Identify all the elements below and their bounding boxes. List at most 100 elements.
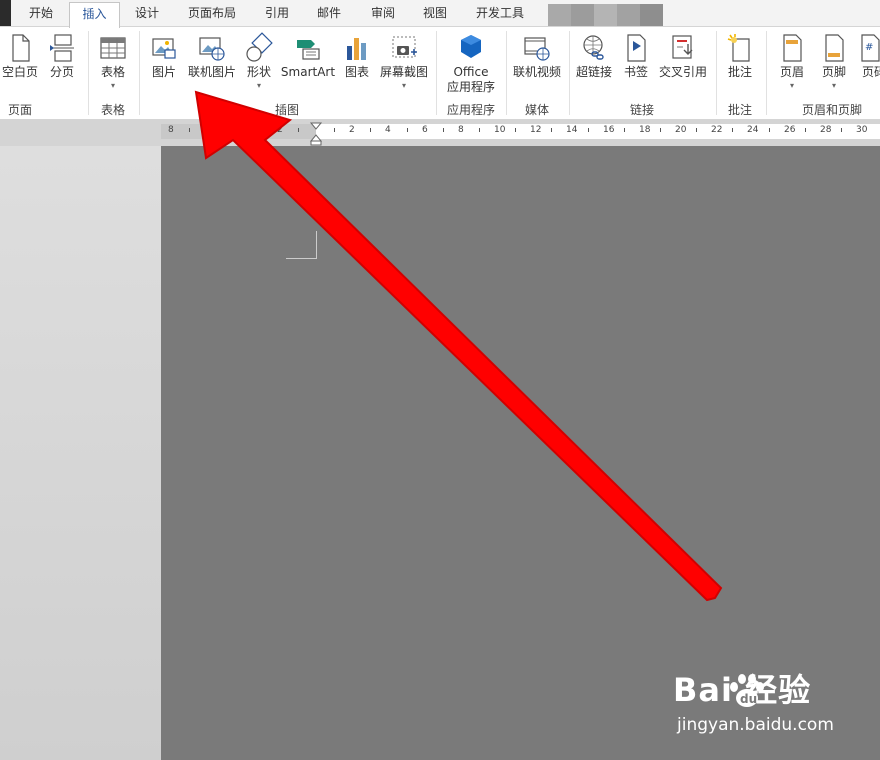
dropdown-arrow-icon: ▾ (110, 81, 116, 90)
ruler-tick (226, 128, 227, 132)
blurred-region (640, 4, 663, 26)
group-label-pages: 页面 (7, 103, 32, 117)
dropdown-arrow-icon: ▾ (256, 81, 262, 90)
blurred-region (548, 4, 571, 26)
ruler-number: 6 (204, 125, 210, 135)
table-icon (100, 37, 126, 59)
ruler-number: 8 (168, 125, 174, 135)
dropdown-arrow-icon: ▾ (401, 81, 407, 90)
picture-button[interactable]: 图片 (144, 27, 184, 107)
file-tab-edge[interactable] (0, 0, 11, 26)
group-separator (436, 31, 437, 115)
group-label-illustrations: 插图 (274, 103, 299, 117)
ruler-tick (479, 128, 480, 132)
header-button[interactable]: 页眉 ▾ (772, 27, 812, 107)
page-break-button[interactable]: 分页 (42, 27, 82, 107)
blank-page-button[interactable]: 空白页 (0, 27, 40, 107)
ruler-tick (407, 128, 408, 132)
indent-marker-icon[interactable] (309, 121, 323, 146)
group-label-apps: 应用程序 (446, 103, 495, 117)
dropdown-arrow-icon: ▾ (789, 81, 795, 90)
horizontal-ruler[interactable]: 8 6 4 2 2 4 6 8 10 12 14 16 18 20 22 24 26 28 30 (0, 120, 880, 146)
ruler-number: 16 (603, 125, 615, 135)
ruler-left-margin (161, 124, 316, 139)
picture-icon (152, 38, 176, 59)
margin-corner-mark (316, 231, 317, 259)
group-label-tables: 表格 (100, 103, 125, 117)
bookmark-icon (627, 34, 646, 62)
footer-button[interactable]: 页脚 ▾ (814, 27, 854, 107)
ruler-tick (732, 128, 733, 132)
tab-mailings[interactable]: 邮件 (306, 0, 352, 26)
blank-page-icon (12, 34, 30, 62)
table-button[interactable]: 表格 ▾ (92, 27, 134, 107)
tab-review[interactable]: 审阅 (360, 0, 406, 26)
ruler-number: 14 (566, 125, 578, 135)
group-separator (766, 31, 767, 115)
chart-button[interactable]: 图表 (338, 27, 376, 107)
ruler-number: 12 (530, 125, 542, 135)
ruler-tick (189, 128, 190, 132)
shapes-button[interactable]: 形状 ▾ (240, 27, 278, 107)
group-separator (139, 31, 140, 115)
ruler-tick (805, 128, 806, 132)
ruler-tick (588, 128, 589, 132)
tab-page-layout[interactable]: 页面布局 (180, 0, 244, 26)
group-label-links: 链接 (629, 103, 654, 117)
dropdown-arrow-icon: ▾ (831, 81, 837, 90)
tab-developer[interactable]: 开发工具 (468, 0, 532, 26)
page-number-icon: # (861, 34, 880, 62)
ruler-tick (298, 128, 299, 132)
tab-view[interactable]: 视图 (412, 0, 458, 26)
group-separator (88, 31, 89, 115)
margin-corner-mark (286, 258, 316, 259)
ribbon-tab-bar: 开始 插入 设计 页面布局 引用 邮件 审阅 视图 开发工具 (0, 0, 880, 28)
ruler-number: 26 (784, 125, 796, 135)
group-label-comments: 批注 (727, 103, 752, 117)
ruler-number: 6 (422, 125, 428, 135)
footer-icon (825, 34, 844, 62)
group-label-header-footer: 页眉和页脚 (801, 103, 862, 117)
blurred-region (617, 4, 640, 26)
ruler-number: 28 (820, 125, 832, 135)
ruler-tick (624, 128, 625, 132)
group-separator (506, 31, 507, 115)
header-icon (783, 34, 802, 62)
page-break-icon (50, 34, 74, 62)
blurred-region (571, 4, 594, 26)
watermark-site: jingyan.baidu.com (677, 715, 834, 735)
office-apps-button[interactable]: Office 应用程序 (440, 27, 502, 107)
tab-references[interactable]: 引用 (254, 0, 300, 26)
smartart-button[interactable]: SmartArt (280, 27, 336, 107)
online-video-button[interactable]: 联机视频 (510, 27, 564, 107)
ruler-number: 30 (856, 125, 868, 135)
screenshot-icon (392, 36, 417, 58)
ruler-tick (334, 128, 335, 132)
tab-insert[interactable]: 插入 (69, 2, 120, 28)
ruler-tick (660, 128, 661, 132)
shapes-icon (246, 32, 273, 62)
comment-icon (727, 34, 750, 62)
ruler-tick (841, 128, 842, 132)
group-label-media: 媒体 (524, 103, 549, 117)
hyperlink-button[interactable]: 超链接 (574, 27, 614, 107)
comment-button[interactable]: 批注 (720, 27, 760, 107)
svg-text:#: # (865, 42, 873, 53)
ruler-number: 4 (241, 125, 247, 135)
ruler-strip: 8 6 4 2 2 4 6 8 10 12 14 16 18 20 22 24 26 28 30 (161, 124, 880, 139)
ruler-number: 24 (747, 125, 759, 135)
navigation-margin (0, 146, 161, 760)
ruler-tick (370, 128, 371, 132)
baidu-jingyan-watermark: Bai 经验 du jingyan.baidu.com (673, 660, 873, 750)
page-number-button[interactable]: # 页码 (856, 27, 880, 107)
screenshot-button[interactable]: 屏幕截图 ▾ (378, 27, 430, 107)
ruler-tick (696, 128, 697, 132)
ruler-number: 18 (639, 125, 651, 135)
office-apps-icon (461, 35, 481, 58)
online-picture-button[interactable]: 联机图片 (186, 27, 238, 107)
ruler-number: 20 (675, 125, 687, 135)
bookmark-button[interactable]: 书签 (618, 27, 654, 107)
tab-design[interactable]: 设计 (124, 0, 170, 26)
cross-reference-button[interactable]: 交叉引用 (656, 27, 710, 107)
tab-home[interactable]: 开始 (18, 0, 64, 26)
